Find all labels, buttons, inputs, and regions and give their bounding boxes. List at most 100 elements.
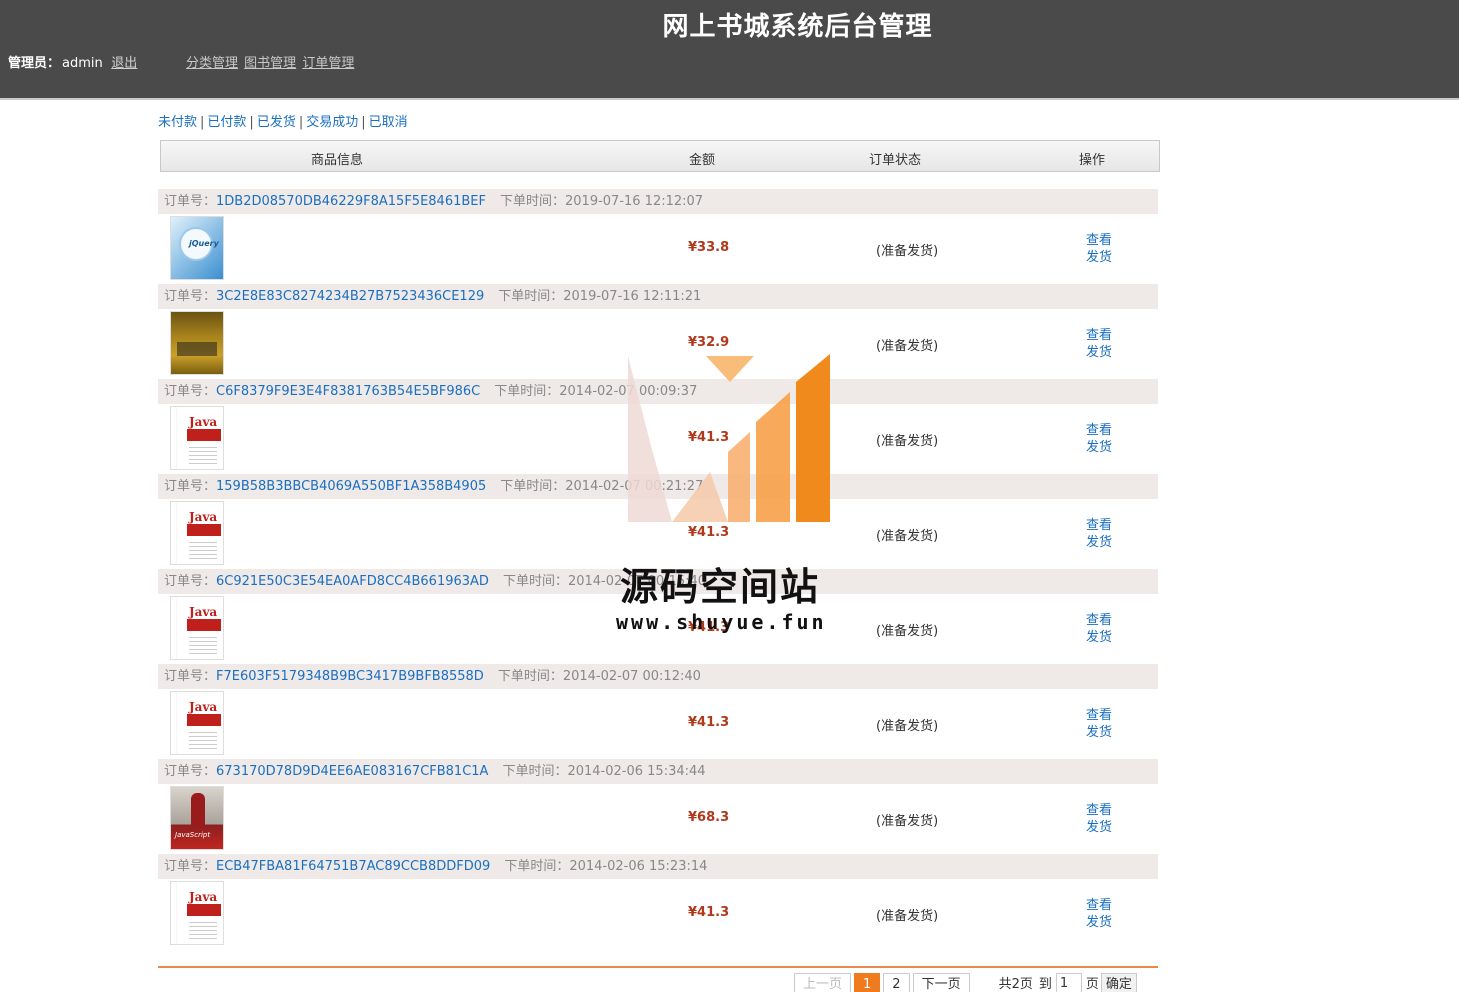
prev-page-button[interactable]: 上一页 [794, 973, 852, 992]
java-book-cover[interactable]: Java [170, 881, 224, 945]
order-header: 订单号：ECB47FBA81F64751B7AC89CCB8DDFD09 下单时间… [158, 854, 1158, 879]
order-status: (准备发货) [876, 244, 939, 259]
html-book-cover[interactable] [170, 311, 224, 375]
column-amount: 金额 [689, 153, 716, 168]
java-book-cover[interactable]: Java [170, 691, 224, 755]
order-header: 订单号：673170D78D9D4EE6AE083167CFB81C1A 下单时间… [158, 759, 1158, 784]
order-ops: 查看 发货 [1086, 232, 1112, 266]
ship-order-link[interactable]: 发货 [1086, 534, 1112, 551]
admin-info: 管理员： admin 退出 [8, 52, 137, 71]
order-ops: 查看 发货 [1086, 517, 1112, 551]
page-title: 网上书城系统后台管理 [662, 12, 933, 42]
order-time-label: 下单时间： [494, 384, 560, 399]
ship-order-link[interactable]: 发货 [1086, 344, 1112, 361]
view-order-link[interactable]: 查看 [1086, 422, 1112, 439]
cover-title: Java [189, 605, 218, 619]
order-ops: 查看 发货 [1086, 707, 1112, 741]
next-page-button[interactable]: 下一页 [912, 973, 970, 992]
order-no: 1DB2D08570DB46229F8A15F5E8461BEF [216, 194, 486, 209]
order-time: 2014-02-06 15:23:14 [569, 859, 708, 874]
java-book-cover[interactable]: Java [170, 501, 224, 565]
order-ops: 查看 发货 [1086, 897, 1112, 931]
order-time-label: 下单时间： [497, 669, 563, 684]
pagination-bar: 上一页 1 2 下一页 共2页到 1 页确定 [158, 966, 1158, 992]
filter-paid[interactable]: 已付款 [207, 115, 246, 130]
order-status: (准备发货) [876, 719, 939, 734]
order-amount: ¥68.3 [688, 810, 730, 825]
nav-order-management[interactable]: 订单管理 [302, 56, 354, 71]
order-time-label: 下单时间： [499, 194, 565, 209]
view-order-link[interactable]: 查看 [1086, 707, 1112, 724]
ship-order-link[interactable]: 发货 [1086, 249, 1112, 266]
cover-title: Java [189, 890, 218, 904]
order-table-header: 商品信息 金额 订单状态 操作 [160, 140, 1160, 172]
order-no: ECB47FBA81F64751B7AC89CCB8DDFD09 [216, 859, 491, 874]
order-time: 2014-02-06 15:34:44 [567, 764, 706, 779]
order-no-label: 订单号： [164, 764, 217, 779]
filter-completed[interactable]: 交易成功 [306, 115, 358, 130]
order-no-label: 订单号： [164, 194, 217, 209]
order-header: 订单号：1DB2D08570DB46229F8A15F5E8461BEF 下单时间… [158, 189, 1158, 214]
order-time-label: 下单时间： [502, 764, 568, 779]
view-order-link[interactable]: 查看 [1086, 612, 1112, 629]
order-time-label: 下单时间： [502, 574, 568, 589]
pager: 上一页 1 2 下一页 共2页到 1 页确定 [794, 973, 1137, 992]
page-button-current[interactable]: 1 [854, 973, 881, 992]
admin-label: 管理员： [8, 56, 61, 71]
page-button[interactable]: 2 [883, 973, 910, 992]
nav-category-management[interactable]: 分类管理 [186, 56, 238, 71]
order-time-label: 下单时间： [498, 289, 564, 304]
java-book-cover[interactable]: Java [170, 406, 224, 470]
order-no: 673170D78D9D4EE6AE083167CFB81C1A [216, 764, 489, 779]
view-order-link[interactable]: 查看 [1086, 517, 1112, 534]
watermark-logo-icon [628, 354, 830, 522]
order-no-label: 订单号： [164, 289, 217, 304]
filter-separator: | [200, 115, 205, 130]
filter-shipped[interactable]: 已发货 [257, 115, 296, 130]
javascript-book-cover[interactable]: JavaScript [170, 786, 224, 850]
view-order-link[interactable]: 查看 [1086, 232, 1112, 249]
goto-label: 到 [1038, 977, 1052, 992]
nav-book-management[interactable]: 图书管理 [244, 56, 296, 71]
ship-order-link[interactable]: 发货 [1086, 439, 1112, 456]
order-status: (准备发货) [876, 909, 939, 924]
filter-separator: | [361, 115, 366, 130]
jquery-book-cover[interactable]: jQuery [170, 216, 224, 280]
ship-order-link[interactable]: 发货 [1086, 819, 1112, 836]
order-time-label: 下单时间： [504, 859, 570, 874]
order-no: 3C2E8E83C8274234B27B7523436CE129 [216, 289, 485, 304]
ship-order-link[interactable]: 发货 [1086, 629, 1112, 646]
order-status: (准备发货) [876, 339, 939, 354]
view-order-link[interactable]: 查看 [1086, 327, 1112, 344]
order-amount: ¥41.3 [688, 905, 730, 920]
order-header: 订单号：F7E603F5179348B9BC3417B9BFB8558D 下单时间… [158, 664, 1158, 689]
order-no: 6C921E50C3E54EA0AFD8CC4B661963AD [216, 574, 489, 589]
java-book-cover[interactable]: Java [170, 596, 224, 660]
order-body: Java ¥41.3 (准备发货) 查看 发货 [158, 879, 1158, 949]
logout-link[interactable]: 退出 [111, 56, 137, 71]
admin-name: admin [62, 56, 103, 71]
ship-order-link[interactable]: 发货 [1086, 724, 1112, 741]
admin-header: 网上书城系统后台管理 管理员： admin 退出 分类管理 图书管理 订单管理 [0, 0, 1459, 100]
order-time: 2014-02-07 00:12:40 [562, 669, 701, 684]
order-time: 2019-07-16 12:12:07 [565, 194, 704, 209]
watermark: 源码空间站 www.shuyue.fun [610, 352, 850, 642]
order-row: 订单号：F7E603F5179348B9BC3417B9BFB8558D 下单时间… [158, 664, 1158, 759]
view-order-link[interactable]: 查看 [1086, 897, 1112, 914]
order-status: (准备发货) [876, 814, 939, 829]
order-time-label: 下单时间： [500, 479, 566, 494]
order-ops: 查看 发货 [1086, 327, 1112, 361]
order-row: 订单号：673170D78D9D4EE6AE083167CFB81C1A 下单时间… [158, 759, 1158, 854]
page-number-input[interactable]: 1 [1055, 973, 1082, 992]
filter-cancelled[interactable]: 已取消 [369, 115, 408, 130]
confirm-page-button[interactable]: 确定 [1100, 973, 1137, 992]
order-no: C6F8379F9E3E4F8381763B54E5BF986C [216, 384, 481, 399]
order-status-filters: 未付款 | 已付款 | 已发货 | 交易成功 | 已取消 [158, 111, 408, 130]
order-amount: ¥33.8 [688, 240, 730, 255]
filter-unpaid[interactable]: 未付款 [158, 115, 197, 130]
order-no-label: 订单号： [164, 574, 217, 589]
order-no-label: 订单号： [164, 384, 217, 399]
ship-order-link[interactable]: 发货 [1086, 914, 1112, 931]
view-order-link[interactable]: 查看 [1086, 802, 1112, 819]
order-row: 订单号：1DB2D08570DB46229F8A15F5E8461BEF 下单时间… [158, 189, 1158, 284]
